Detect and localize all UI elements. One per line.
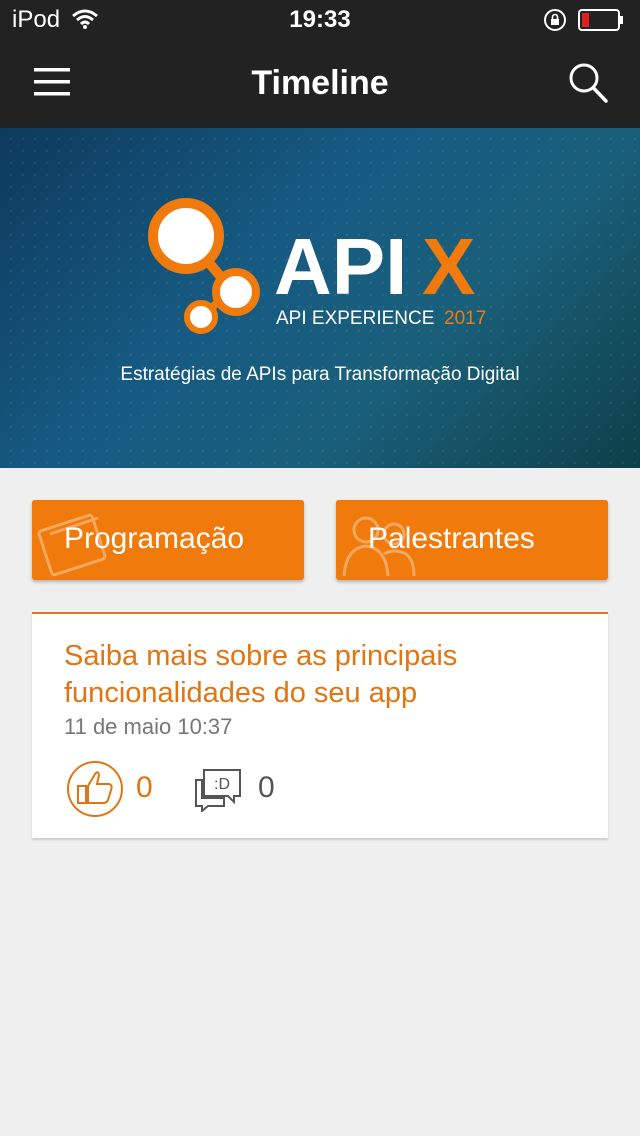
svg-text::D: :D (214, 776, 230, 793)
banner-tagline: Estratégias de APIs para Transformação D… (120, 364, 520, 385)
svg-text:2017: 2017 (444, 308, 486, 329)
programacao-button[interactable]: Programação (32, 500, 304, 580)
programacao-label: Programação (64, 522, 245, 555)
apix-logo: API X API EXPERIENCE 2017 (148, 198, 486, 334)
like-icon[interactable] (66, 760, 124, 818)
svg-text:X: X (422, 222, 475, 311)
comment-count: 0 (258, 771, 275, 804)
nav-bar: Timeline (0, 40, 640, 128)
status-bar: iPod 19:33 (0, 0, 640, 40)
svg-text:API: API (274, 222, 407, 311)
like-count: 0 (136, 771, 153, 804)
post-date: 11 de maio 10:37 (64, 714, 233, 739)
rotation-lock-icon (544, 9, 566, 31)
svg-text:API EXPERIENCE: API EXPERIENCE (276, 308, 434, 329)
post-title[interactable]: Saiba mais sobre as principais funcional… (64, 638, 584, 712)
palestrantes-button[interactable]: Palestrantes (336, 500, 608, 580)
comment-icon[interactable]: :D (194, 768, 242, 812)
palestrantes-label: Palestrantes (368, 522, 535, 555)
event-banner: API X API EXPERIENCE 2017 Estratégias de… (0, 128, 640, 468)
battery-low-icon (578, 9, 623, 31)
page-title: Timeline (251, 64, 389, 102)
timeline-post-card[interactable]: Saiba mais sobre as principais funcional… (32, 612, 608, 838)
search-icon[interactable] (566, 60, 610, 106)
